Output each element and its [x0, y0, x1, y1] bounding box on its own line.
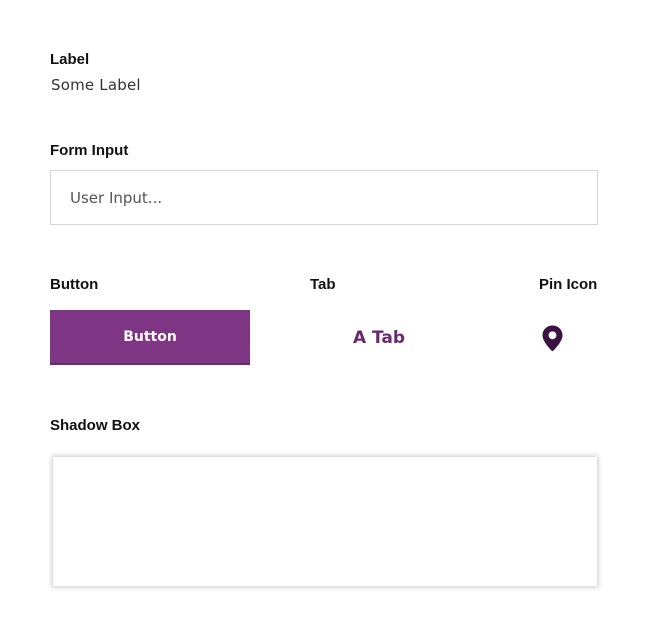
primary-button[interactable]: Button — [50, 310, 250, 365]
label-heading: Label — [50, 51, 90, 68]
button-heading: Button — [50, 276, 99, 293]
form-input-heading: Form Input — [50, 142, 129, 159]
pin-icon-heading: Pin Icon — [539, 276, 598, 293]
map-pin-icon[interactable] — [542, 325, 563, 352]
tab-a-tab[interactable]: A Tab — [320, 318, 438, 358]
shadow-box — [53, 457, 597, 586]
tab-heading: Tab — [310, 276, 336, 293]
user-input-field[interactable] — [50, 170, 598, 225]
some-label-text: Some Label — [51, 76, 141, 94]
shadow-box-heading: Shadow Box — [50, 417, 141, 434]
